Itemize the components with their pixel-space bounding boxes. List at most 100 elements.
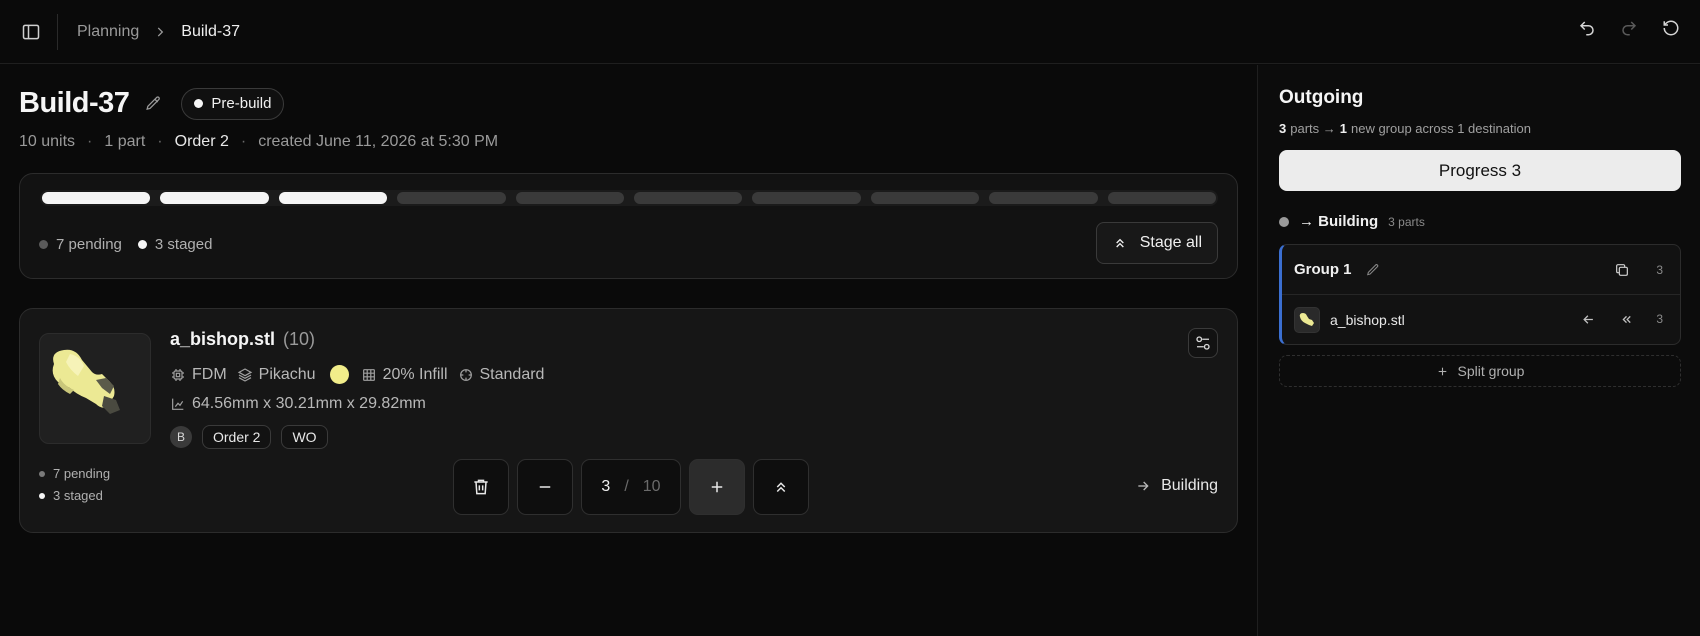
summary-groups-count: 1 <box>1339 121 1347 136</box>
meta-separator: · <box>240 133 247 150</box>
breadcrumb-planning[interactable]: Planning <box>77 23 139 41</box>
divider <box>57 13 58 50</box>
part-staged-label: 3 staged <box>53 488 103 503</box>
summary-groups-text: new group across 1 destination <box>1350 121 1531 136</box>
avatar: B <box>170 426 192 448</box>
meta-created: created June 11, 2026 at 5:30 PM <box>258 133 499 150</box>
tag-wo[interactable]: WO <box>281 425 328 449</box>
group-item-row: a_bishop.stl 3 <box>1282 296 1680 344</box>
quantity-value: 3 <box>601 478 611 495</box>
arrow-right-icon <box>1135 478 1151 494</box>
staged-dot <box>39 492 45 499</box>
meta-parts: 1 part <box>104 133 146 150</box>
outgoing-summary: 3 parts → 1 new group across 1 destinati… <box>1279 121 1531 136</box>
settings-button[interactable] <box>1188 328 1218 358</box>
spec-material-label: Pikachu <box>258 365 316 383</box>
crosshair-icon <box>458 367 474 383</box>
plus-icon <box>1436 364 1450 378</box>
part-legend-pending: 7 pending <box>39 466 110 481</box>
ruler-axes-icon <box>170 396 186 412</box>
part-title-row: a_bishop.stl (10) <box>170 329 315 350</box>
group-name: Group 1 <box>1294 261 1352 278</box>
arrow-left-icon[interactable] <box>1580 311 1596 327</box>
meta-separator: · <box>87 133 93 150</box>
spec-infill-label: 20% Infill <box>382 365 448 383</box>
progress-segment-staged <box>160 192 269 204</box>
meta-units: 10 units <box>19 133 76 150</box>
pencil-icon[interactable] <box>1366 262 1381 277</box>
status-badge: Pre-build <box>181 87 285 120</box>
destination-label: Building <box>1161 477 1218 494</box>
destination-title: → Building <box>1299 213 1379 230</box>
reset-icon[interactable] <box>1658 15 1684 41</box>
delete-button[interactable] <box>453 459 509 515</box>
destination-count: 3 parts <box>1388 214 1425 229</box>
legend-staged: 3 staged <box>137 236 213 253</box>
breadcrumb-current: Build-37 <box>181 22 240 40</box>
progress-button[interactable]: Progress 3 <box>1279 150 1681 191</box>
summary-parts-text: parts → <box>1290 121 1336 136</box>
spec-material: Pikachu <box>237 366 316 384</box>
undo-icon[interactable] <box>1574 15 1600 41</box>
decrement-button[interactable] <box>517 459 573 515</box>
pending-dot <box>39 240 48 249</box>
history-actions <box>1574 15 1684 41</box>
chevrons-left-icon[interactable] <box>1618 311 1634 327</box>
group-card: Group 1 3 a_bishop.stl 3 <box>1279 244 1681 345</box>
progress-bar <box>40 190 1218 206</box>
quantity-controls: 3 / 10 <box>453 459 809 515</box>
part-thumbnail <box>39 333 151 444</box>
tag-order[interactable]: Order 2 <box>202 425 272 449</box>
stage-all-button[interactable]: Stage all <box>1095 222 1218 264</box>
meta-order-link[interactable]: Order 2 <box>175 133 229 151</box>
progress-segment-pending <box>870 192 980 204</box>
progress-segment-pending <box>634 192 743 204</box>
pencil-icon[interactable] <box>143 94 163 114</box>
copy-icon[interactable] <box>1613 261 1630 278</box>
outgoing-panel: Outgoing 3 parts → 1 new group across 1 … <box>1257 65 1700 636</box>
breadcrumb: Planning Build-37 <box>77 23 240 41</box>
pending-dot <box>39 470 45 477</box>
redo-icon[interactable] <box>1616 15 1642 41</box>
progress-segment-pending <box>1107 192 1217 204</box>
part-count: (10) <box>283 329 316 349</box>
destination-link[interactable]: Building <box>1135 477 1218 495</box>
part-dimensions: 64.56mm x 30.21mm x 29.82mm <box>170 395 426 413</box>
summary-parts-count: 3 <box>1279 121 1287 136</box>
part-name: a_bishop.stl <box>170 329 276 349</box>
page-title: Build-37 <box>19 87 130 119</box>
status-label: Pre-build <box>211 95 272 112</box>
material-color-swatch <box>329 365 349 384</box>
progress-legend: 7 pending 3 staged <box>39 236 212 253</box>
cpu-icon <box>170 367 186 383</box>
main-content: Build-37 Pre-build 10 units · 1 part · O… <box>0 65 1256 636</box>
progress-segment-pending <box>752 192 861 204</box>
quantity-stepper[interactable]: 3 / 10 <box>581 459 681 515</box>
chevron-right-icon <box>153 25 167 39</box>
destination-dot <box>1279 216 1289 227</box>
legend-staged-label: 3 staged <box>154 236 213 253</box>
chevrons-up-icon <box>1112 235 1128 251</box>
stage-max-button[interactable] <box>753 459 809 515</box>
spec-quality: Standard <box>458 365 545 384</box>
spec-infill: 20% Infill <box>361 366 448 384</box>
destination-header: → Building 3 parts <box>1279 213 1425 230</box>
part-legend: 7 pending 3 staged <box>39 466 110 503</box>
sidebar-toggle-icon[interactable] <box>16 17 46 47</box>
stage-all-label: Stage all <box>1139 234 1202 251</box>
panel-title: Outgoing <box>1279 87 1364 108</box>
top-bar: Planning Build-37 <box>0 0 1700 64</box>
increment-button[interactable] <box>689 459 745 515</box>
layers-icon <box>237 367 253 383</box>
group-count: 3 <box>1656 262 1663 277</box>
part-card: a_bishop.stl (10) FDM Pikachu 20% Infill… <box>19 308 1238 533</box>
split-group-button[interactable]: Split group <box>1279 355 1681 387</box>
progress-segment-staged <box>42 192 151 204</box>
spec-quality-label: Standard <box>479 365 545 383</box>
status-dot <box>194 99 204 108</box>
legend-pending: 7 pending <box>39 236 122 253</box>
part-legend-staged: 3 staged <box>39 488 110 503</box>
progress-card: 7 pending 3 staged Stage all <box>19 173 1238 279</box>
item-count: 3 <box>1656 312 1663 326</box>
spec-process: FDM <box>170 366 227 384</box>
